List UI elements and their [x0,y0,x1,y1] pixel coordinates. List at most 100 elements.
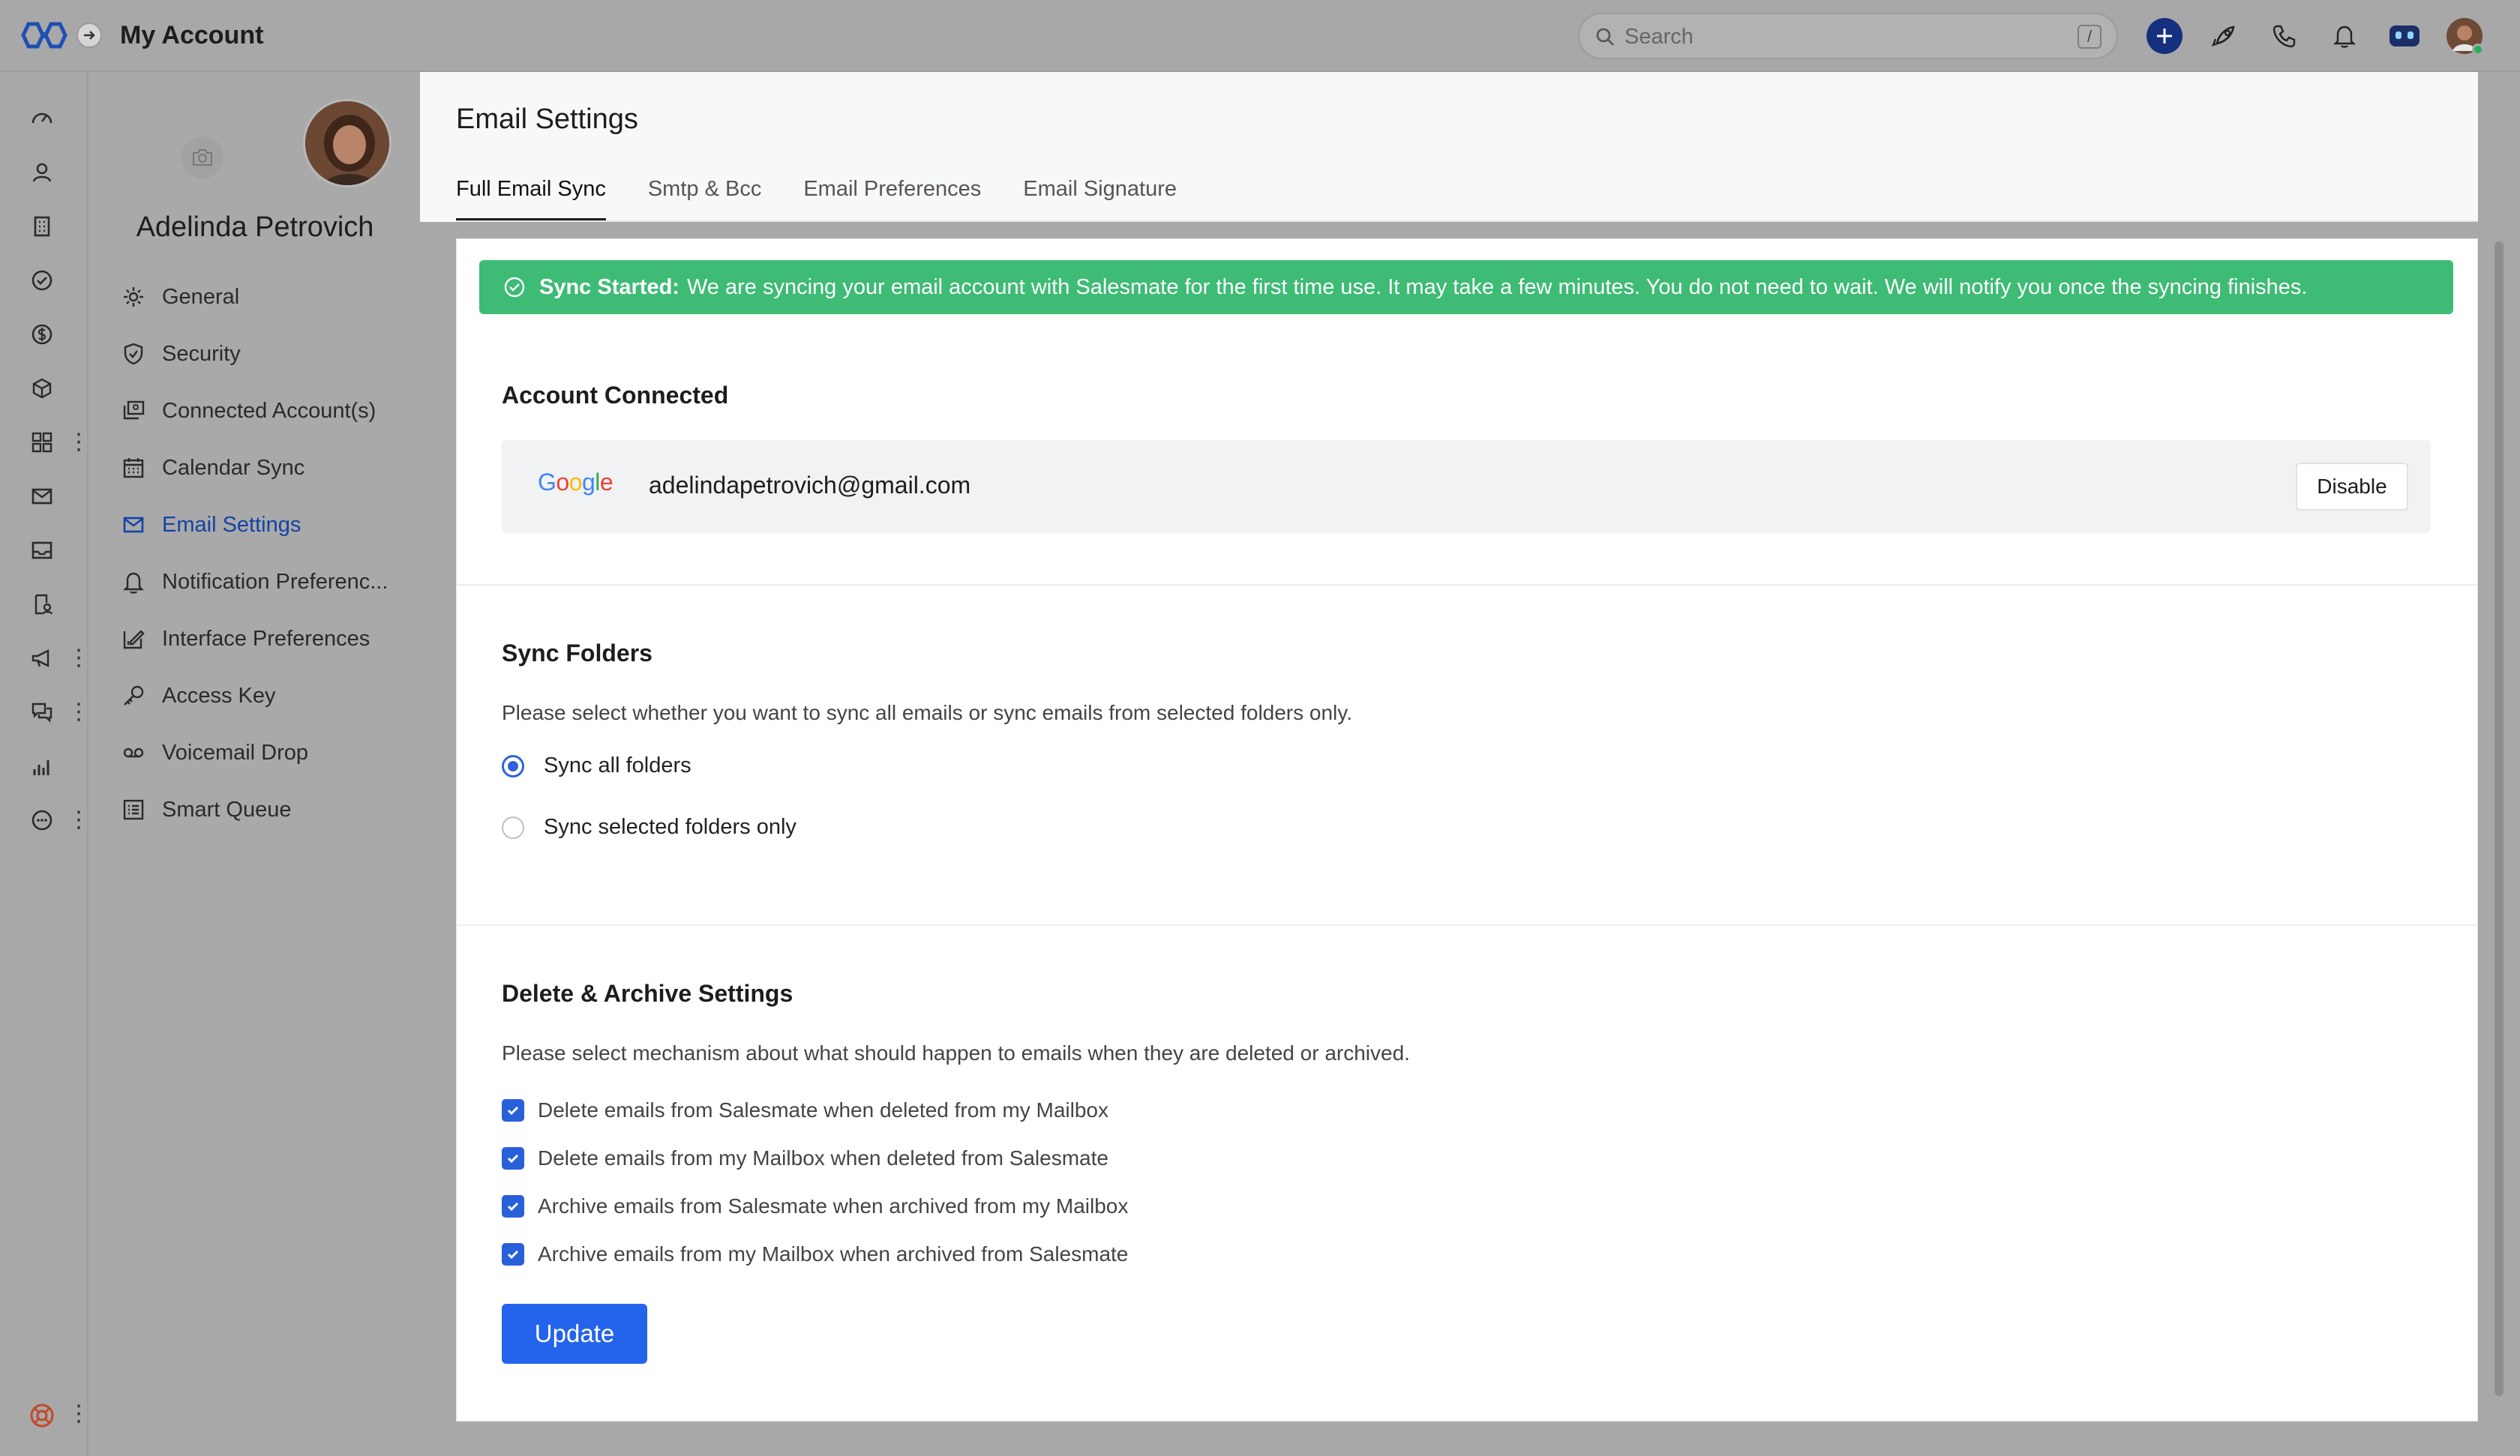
mail-icon [32,488,52,505]
search-input[interactable] [1624,22,2044,52]
checkbox-checked-icon[interactable] [502,1243,524,1266]
notifications-button[interactable] [2326,18,2362,54]
profile-avatar[interactable] [303,99,392,187]
account-connected-title: Account Connected [502,382,729,409]
rail-help-more-icon[interactable]: ⋮ [68,1401,90,1428]
sidebar-item-connected-accounts[interactable]: Connected Account(s) [118,382,418,439]
mail-icon [118,510,148,540]
lifebuoy-icon [30,1404,54,1428]
sidebar-item-notification-preferences[interactable]: Notification Preferenc... [118,553,418,610]
rail-chat-more-icon[interactable]: ⋮ [68,699,90,726]
change-photo-button[interactable] [182,136,224,178]
megaphone-icon [32,649,50,667]
contact-person-icon [32,163,52,182]
salesmate-logo-icon[interactable] [18,18,70,52]
building-icon [34,216,50,237]
key-icon [118,681,148,711]
sidebar-item-security[interactable]: Security [118,325,418,382]
checkbox-checked-icon[interactable] [502,1147,524,1170]
rail-tasks[interactable] [26,264,58,297]
delete-from-salesmate-option[interactable]: Delete emails from Salesmate when delete… [502,1098,1108,1122]
connected-accounts-icon [118,396,148,426]
robot-icon [2390,25,2420,46]
checkbox-checked-icon[interactable] [502,1195,524,1218]
archive-in-salesmate-option[interactable]: Archive emails from Salesmate when archi… [502,1194,1128,1218]
checkbox-label: Delete emails from my Mailbox when delet… [538,1146,1108,1170]
sync-all-folders-radio[interactable] [502,754,524,777]
tab-smtp-bcc[interactable]: Smtp & Bcc [648,169,762,222]
tab-full-email-sync[interactable]: Full Email Sync [456,169,606,222]
sidebar-item-calendar-sync[interactable]: Calendar Sync [118,439,418,496]
rail-apps-more-icon[interactable]: ⋮ [68,429,90,456]
archive-in-mailbox-option[interactable]: Archive emails from my Mailbox when arch… [502,1242,1128,1266]
rail-companies[interactable] [26,210,58,243]
delete-archive-description: Please select mechanism about what shoul… [502,1041,1410,1065]
rail-chat[interactable] [26,696,58,729]
rail-contacts[interactable] [26,156,58,189]
section-divider [457,584,2477,586]
panel-scrollbar[interactable] [2478,72,2520,1456]
profile-name: Adelinda Petrovich [136,211,374,243]
collapse-sidebar-button[interactable] [76,22,102,48]
bell-icon [118,567,148,597]
quick-add-button[interactable] [2146,18,2182,54]
sync-selected-folders-option[interactable]: Sync selected folders only [502,815,796,840]
full-email-sync-content: Sync Started: We are syncing your email a… [456,238,2478,1422]
global-search[interactable]: / [1578,13,2118,59]
google-logo-icon: Google [538,469,614,496]
delete-from-mailbox-option[interactable]: Delete emails from my Mailbox when delet… [502,1146,1108,1170]
rocket-button[interactable] [2206,18,2242,54]
rail-products[interactable] [26,372,58,405]
sidebar-item-access-key[interactable]: Access Key [118,667,418,724]
sidebar-item-label: Security [162,341,241,366]
rail-campaigns[interactable] [26,642,58,675]
rail-more-apps[interactable] [26,804,58,837]
email-settings-panel: Email Settings Full Email Sync Smtp & Bc… [420,72,2478,1422]
rail-email[interactable] [26,480,58,513]
rail-sequences[interactable] [26,588,58,621]
disable-button[interactable]: Disable [2296,463,2408,511]
rail-reports[interactable] [26,750,58,783]
bar-chart-icon [33,760,50,775]
search-shortcut-hint: / [2078,25,2102,49]
sidebar-item-voicemail-drop[interactable]: Voicemail Drop [118,724,418,781]
rail-inbox[interactable] [26,534,58,567]
update-button[interactable]: Update [502,1304,647,1364]
sidebar-item-label: Interface Preferences [162,626,370,651]
help-lifebuoy-button[interactable] [27,1401,57,1431]
rail-more-apps-more-icon[interactable]: ⋮ [68,807,90,834]
connected-email-address: adelindapetrovich@gmail.com [649,472,971,499]
tab-email-preferences[interactable]: Email Preferences [803,169,981,222]
ai-assistant-button[interactable] [2386,18,2422,54]
voicemail-icon [118,738,148,768]
arrow-right-icon [84,31,95,40]
sidebar-item-interface-preferences[interactable]: Interface Preferences [118,610,418,667]
email-settings-tabs: Full Email Sync Smtp & Bcc Email Prefere… [456,169,1219,222]
gear-icon [118,282,148,312]
sidebar-item-general[interactable]: General [118,268,418,325]
cube-icon [32,378,52,399]
sidebar-item-label: Connected Account(s) [162,398,376,423]
shield-icon [118,339,148,369]
user-avatar[interactable] [2446,18,2484,55]
dashboard-gauge-icon [32,112,52,124]
tab-email-signature[interactable]: Email Signature [1023,169,1177,222]
sidebar-item-smart-queue[interactable]: Smart Queue [118,781,418,838]
phone-button[interactable] [2266,18,2302,54]
top-bar: My Account / [0,0,2520,72]
page-title: Email Settings [456,103,638,135]
scrollbar-thumb[interactable] [2494,241,2504,1396]
interface-icon [118,624,148,654]
sync-all-folders-option[interactable]: Sync all folders [502,753,692,778]
checkbox-label: Delete emails from Salesmate when delete… [538,1098,1108,1122]
checkbox-checked-icon[interactable] [502,1099,524,1122]
sync-selected-folders-radio[interactable] [502,816,524,839]
chat-bubbles-icon [32,703,52,723]
banner-message: We are syncing your email account with S… [686,274,2308,299]
rail-dashboard[interactable] [26,102,58,135]
connected-account-card: Google adelindapetrovich@gmail.com Disab… [502,440,2431,533]
sidebar-item-email-settings[interactable]: Email Settings [118,496,418,553]
rail-deals[interactable] [26,318,58,351]
rail-campaigns-more-icon[interactable]: ⋮ [68,645,90,672]
rail-apps[interactable] [26,426,58,459]
